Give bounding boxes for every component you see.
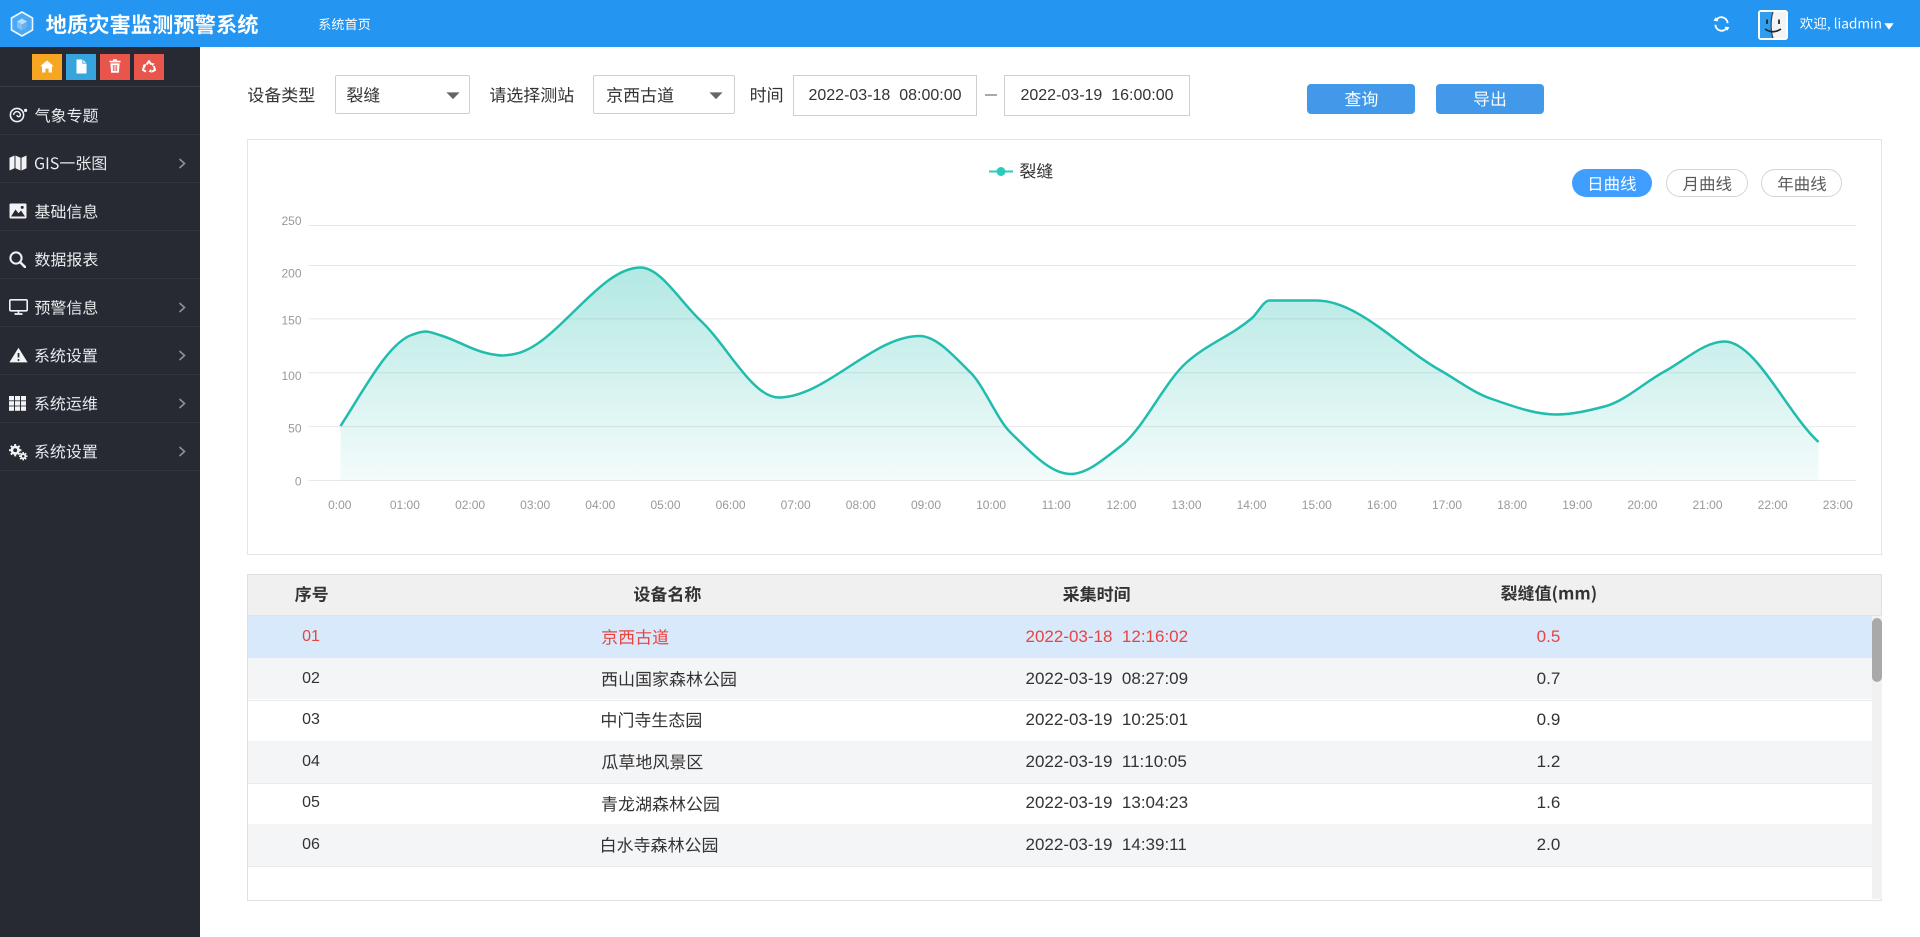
svg-text:05:00: 05:00 <box>650 498 680 512</box>
svg-text:21:00: 21:00 <box>1692 498 1722 512</box>
svg-text:07:00: 07:00 <box>780 498 810 512</box>
svg-text:01:00: 01:00 <box>389 498 419 512</box>
svg-text:20:00: 20:00 <box>1627 498 1657 512</box>
svg-text:04:00: 04:00 <box>585 498 615 512</box>
svg-text:16:00: 16:00 <box>1366 498 1396 512</box>
svg-text:10:00: 10:00 <box>976 498 1006 512</box>
svg-text:09:00: 09:00 <box>910 498 940 512</box>
svg-text:11:00: 11:00 <box>1041 498 1070 512</box>
svg-text:13:00: 13:00 <box>1171 498 1201 512</box>
svg-text:100: 100 <box>281 369 301 383</box>
svg-text:12:00: 12:00 <box>1106 498 1136 512</box>
svg-text:18:00: 18:00 <box>1497 498 1527 512</box>
svg-text:02:00: 02:00 <box>455 498 485 512</box>
svg-text:06:00: 06:00 <box>715 498 745 512</box>
svg-text:250: 250 <box>281 214 301 228</box>
svg-text:0: 0 <box>294 474 301 488</box>
svg-text:22:00: 22:00 <box>1757 498 1787 512</box>
svg-text:23:00: 23:00 <box>1822 498 1852 512</box>
svg-text:14:00: 14:00 <box>1236 498 1266 512</box>
svg-text:08:00: 08:00 <box>845 498 875 512</box>
svg-text:19:00: 19:00 <box>1562 498 1592 512</box>
svg-text:200: 200 <box>281 266 301 280</box>
svg-text:0:00: 0:00 <box>328 498 352 512</box>
svg-text:50: 50 <box>288 421 302 435</box>
svg-text:150: 150 <box>281 313 301 327</box>
svg-text:03:00: 03:00 <box>520 498 550 512</box>
svg-text:17:00: 17:00 <box>1431 498 1461 512</box>
svg-text:15:00: 15:00 <box>1301 498 1331 512</box>
